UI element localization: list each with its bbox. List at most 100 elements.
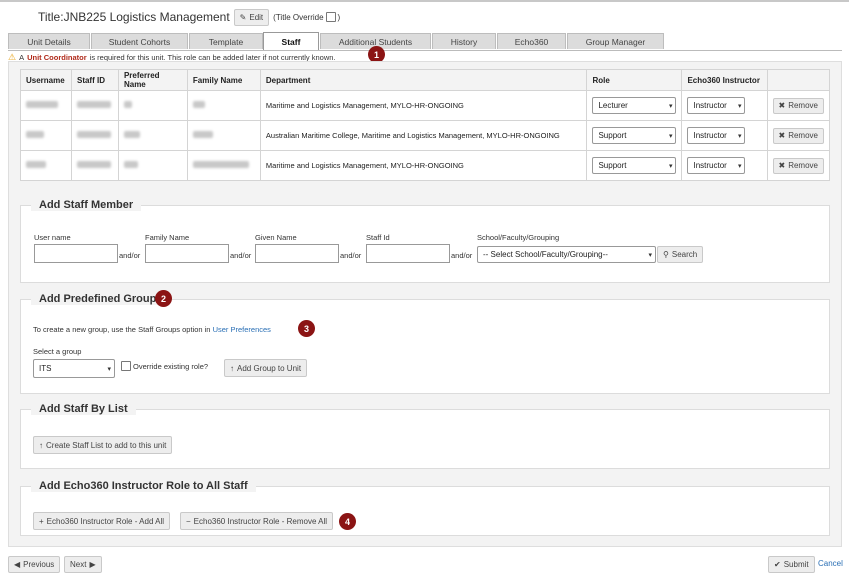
echo-value: Instructor	[693, 161, 727, 170]
staff-table: Username Staff ID Preferred Name Family …	[20, 69, 830, 181]
staff-id-input[interactable]	[366, 244, 450, 263]
page-title: JNB225 Logistics Management	[63, 10, 230, 24]
add-all-label: Echo360 Instructor Role - Add All	[46, 516, 165, 526]
section-title-echo360: Add Echo360 Instructor Role to All Staff	[31, 480, 256, 492]
school-select-value: -- Select School/Faculty/Grouping--	[483, 250, 608, 259]
tab-label: Student Cohorts	[108, 36, 171, 47]
create-group-info: To create a new group, use the Staff Gro…	[33, 325, 271, 334]
role-select[interactable]: Support ▾	[592, 157, 677, 174]
actions-cell: ✖ Remove	[766, 120, 830, 151]
previous-label: Previous	[23, 560, 55, 569]
remove-button[interactable]: ✖ Remove	[772, 157, 824, 174]
add-staff-by-list-section: Add Staff By List ↑ Create Staff List to …	[20, 403, 830, 469]
staff-id-cell	[70, 120, 119, 151]
role-select[interactable]: Support ▾	[592, 127, 677, 144]
chevron-down-icon: ▾	[668, 102, 673, 110]
echo-cell: Instructor ▾	[681, 120, 768, 151]
echo-value: Instructor	[693, 101, 727, 110]
user-preferences-link[interactable]: User Preferences	[213, 325, 271, 334]
username-cell	[20, 120, 72, 151]
family-name-cell	[186, 90, 261, 121]
remove-button[interactable]: ✖ Remove	[772, 127, 824, 144]
edit-title-button[interactable]: ✎ Edit	[233, 8, 270, 26]
role-cell: Support ▾	[586, 120, 683, 151]
tab-unit-details[interactable]: Unit Details	[8, 33, 90, 49]
given-name-label: Given Name	[255, 233, 297, 242]
andor-text: and/or	[119, 251, 141, 260]
tab-history[interactable]: History	[432, 33, 496, 49]
blurred-staff-id	[76, 161, 111, 168]
family-name-input[interactable]	[145, 244, 229, 263]
create-staff-list-label: Create Staff List to add to this unit	[46, 440, 167, 450]
tab-staff[interactable]: Staff	[263, 32, 319, 50]
remove-label: Remove	[788, 161, 818, 170]
col-family-name: Family Name	[186, 69, 261, 91]
echo-cell: Instructor ▾	[681, 150, 768, 181]
title-bar: Title: JNB225 Logistics Management ✎ Edi…	[38, 8, 340, 26]
search-icon: ⚲	[663, 250, 669, 259]
chevron-down-icon: ▾	[668, 132, 673, 140]
tab-template[interactable]: Template	[189, 33, 263, 49]
tab-student-cohorts[interactable]: Student Cohorts	[91, 33, 188, 49]
callout-badge-4: 4	[339, 513, 356, 530]
edit-label: Edit	[249, 12, 264, 22]
echo360-role-section: Add Echo360 Instructor Role to All Staff…	[20, 480, 830, 536]
search-button[interactable]: ⚲ Search	[657, 246, 704, 263]
family-name-label: Family Name	[145, 233, 190, 242]
user-name-input[interactable]	[34, 244, 118, 263]
info-text: To create a new group, use the Staff Gro…	[33, 325, 211, 334]
department-cell: Maritime and Logistics Management, MYLO-…	[259, 90, 588, 121]
echo-instructor-select[interactable]: Instructor ▾	[687, 97, 746, 114]
submit-button[interactable]: ✔ Submit	[768, 556, 815, 573]
col-staff-id: Staff ID	[70, 69, 119, 91]
given-name-input[interactable]	[255, 244, 339, 263]
chevron-down-icon: ▾	[668, 162, 673, 170]
create-staff-list-button[interactable]: ↑ Create Staff List to add to this unit	[33, 436, 173, 454]
add-group-button[interactable]: ↑ Add Group to Unit	[224, 359, 308, 377]
role-cell: Support ▾	[586, 150, 683, 181]
blurred-preferred-name	[123, 101, 132, 108]
actions-cell: ✖ Remove	[766, 90, 830, 121]
section-title-add-staff: Add Staff Member	[31, 199, 142, 211]
callout-badge-2: 2	[155, 290, 172, 307]
family-name-cell	[186, 150, 261, 181]
echo-cell: Instructor ▾	[681, 90, 768, 121]
tab-group-manager[interactable]: Group Manager	[567, 33, 664, 49]
role-select[interactable]: Lecturer ▾	[592, 97, 677, 114]
page-title-label: Title:	[38, 10, 64, 24]
role-value: Lecturer	[598, 101, 628, 110]
department-cell: Australian Maritime College, Maritime an…	[259, 120, 588, 151]
table-row: Maritime and Logistics Management, MYLO-…	[20, 90, 830, 121]
echo360-remove-all-button[interactable]: − Echo360 Instructor Role - Remove All	[180, 512, 334, 530]
staff-id-cell	[70, 90, 119, 121]
title-override-close: )	[337, 12, 341, 22]
previous-button[interactable]: ◀ Previous	[8, 556, 61, 573]
actions-cell: ✖ Remove	[766, 150, 830, 181]
staff-id-cell	[70, 150, 119, 181]
tab-label: Staff	[281, 36, 301, 47]
group-select[interactable]: ITS ▾	[33, 359, 115, 378]
echo360-add-all-button[interactable]: + Echo360 Instructor Role - Add All	[33, 512, 171, 530]
echo-instructor-select[interactable]: Instructor ▾	[687, 127, 746, 144]
tab-echo360[interactable]: Echo360	[497, 33, 566, 49]
override-role-checkbox[interactable]	[121, 361, 131, 371]
blurred-username	[26, 161, 46, 168]
echo-instructor-select[interactable]: Instructor ▾	[687, 157, 746, 174]
school-select[interactable]: -- Select School/Faculty/Grouping-- ▾	[477, 246, 656, 263]
chevron-down-icon: ▾	[737, 162, 742, 170]
remove-label: Remove	[788, 131, 818, 140]
family-name-cell	[186, 120, 261, 151]
arrow-up-icon: ↑	[230, 363, 234, 373]
table-row: Australian Maritime College, Maritime an…	[20, 120, 830, 151]
title-override-checkbox[interactable]	[325, 12, 336, 22]
title-override: (Title Override )	[273, 12, 340, 22]
next-button[interactable]: Next ▶	[64, 556, 102, 573]
plus-icon: +	[39, 516, 44, 526]
chevron-down-icon: ▾	[737, 132, 742, 140]
override-role: Override existing role?	[121, 361, 208, 371]
remove-button[interactable]: ✖ Remove	[772, 97, 824, 114]
add-group-label: Add Group to Unit	[237, 363, 302, 373]
cancel-link[interactable]: Cancel	[818, 559, 843, 568]
preferred-name-cell	[117, 90, 188, 121]
group-select-value: ITS	[39, 364, 52, 373]
